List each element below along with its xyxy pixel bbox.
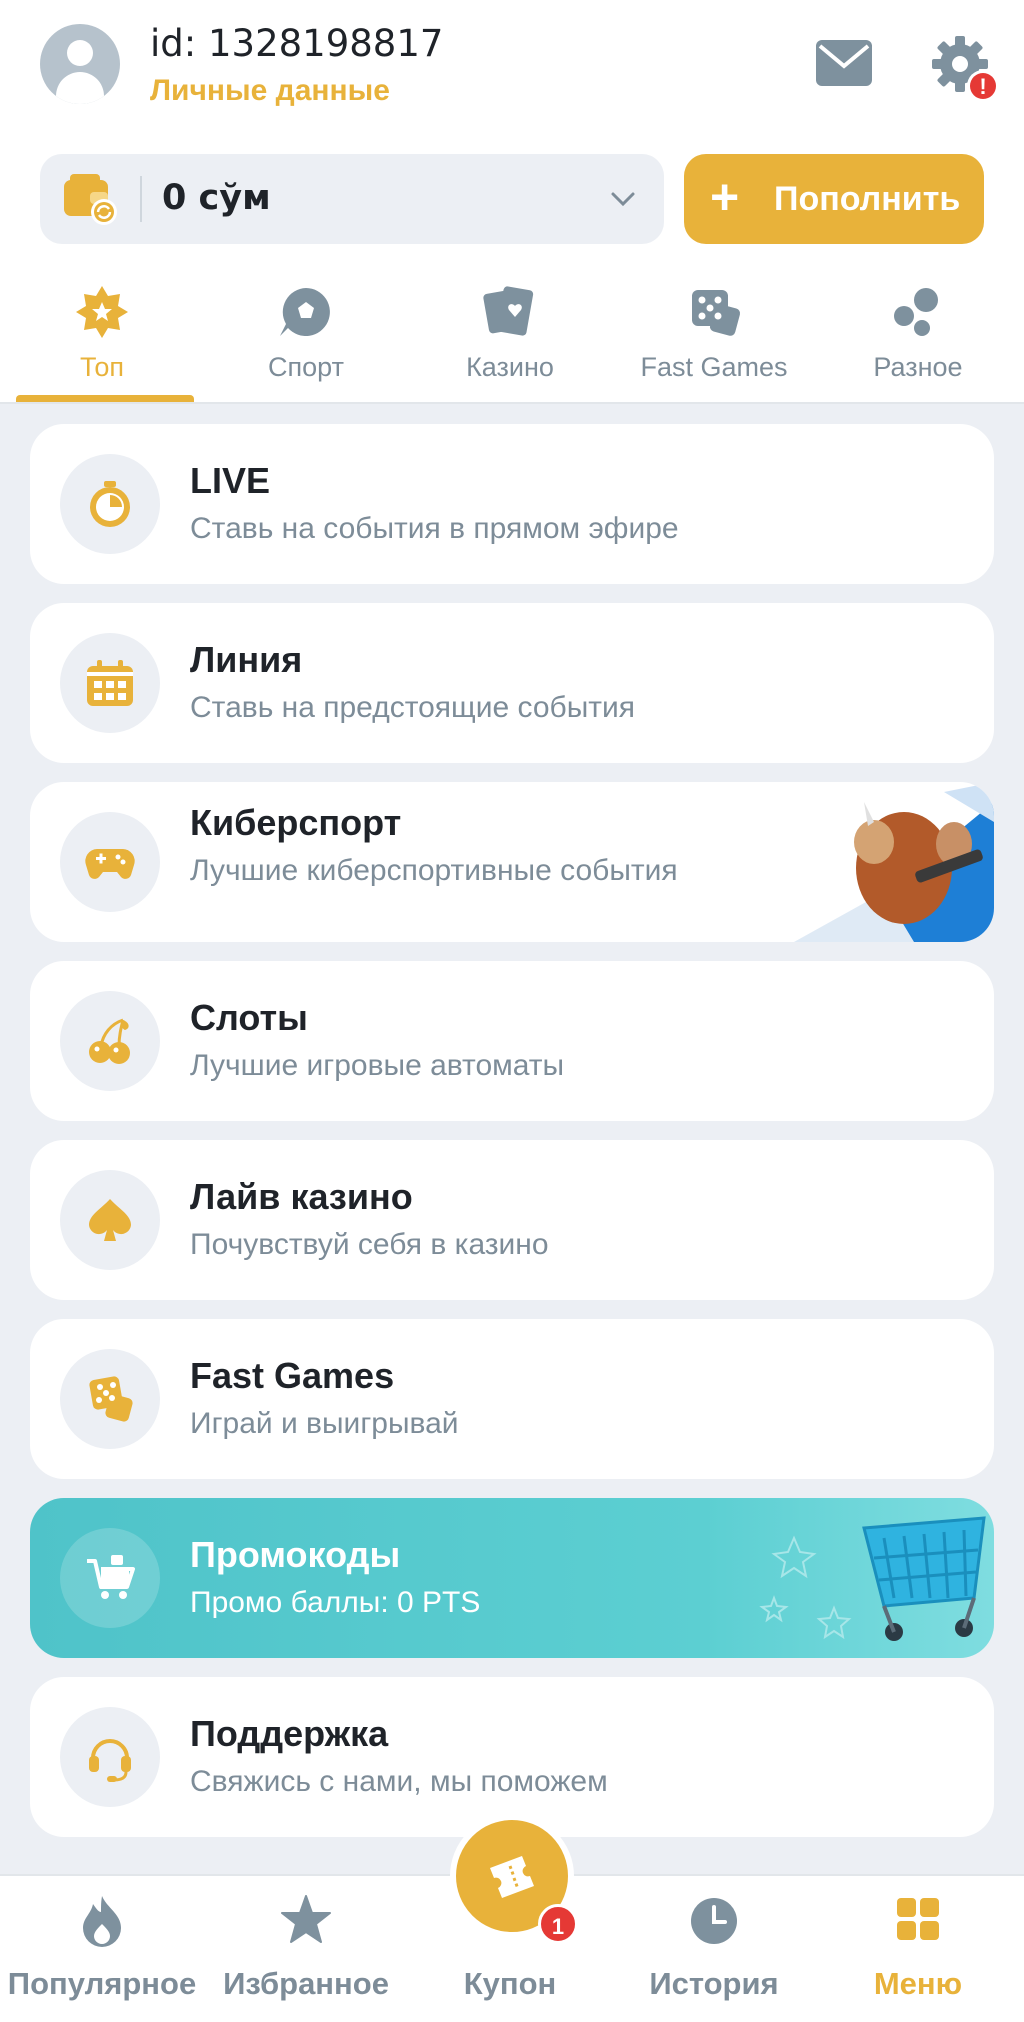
menu-icon-circle bbox=[60, 1170, 160, 1270]
menu-item-slots[interactable]: Слоты Лучшие игровые автоматы bbox=[30, 961, 994, 1121]
cherry-icon bbox=[89, 1018, 130, 1064]
avatar-head bbox=[67, 40, 93, 66]
tab-fast-games[interactable]: Fast Games bbox=[612, 270, 816, 402]
calendar-icon bbox=[87, 660, 133, 706]
menu-item-subtitle: Играй и выигрывай bbox=[190, 1407, 459, 1440]
menu-item-title: Поддержка bbox=[190, 1713, 389, 1754]
avatar-body bbox=[56, 72, 104, 104]
coupon-count-badge: 1 bbox=[538, 1904, 578, 1944]
menu-item-subtitle: Ставь на предстоящие события bbox=[190, 691, 636, 724]
tab-misc[interactable]: Разное bbox=[816, 270, 1020, 402]
nav-label: Меню bbox=[873, 1966, 963, 2001]
nav-favorites[interactable]: Избранное bbox=[204, 1876, 408, 2022]
menu-icon-circle bbox=[60, 1707, 160, 1807]
personal-data-link[interactable]: Личные данные bbox=[150, 74, 390, 108]
gamepad-icon bbox=[85, 849, 135, 879]
nav-label: Купон bbox=[463, 1966, 557, 2001]
tab-top[interactable]: Топ bbox=[0, 270, 204, 402]
menu-item-subtitle: Промо баллы: 0 PTS bbox=[190, 1586, 481, 1619]
nav-label: Избранное bbox=[223, 1966, 389, 2001]
menu-item-title: Киберспорт bbox=[190, 802, 402, 843]
menu-icon-circle bbox=[60, 1528, 160, 1628]
gear-icon[interactable]: ! bbox=[930, 34, 1000, 104]
menu-item-title: Линия bbox=[190, 639, 303, 680]
chevron-down-icon bbox=[611, 192, 635, 207]
menu-icon-circle bbox=[60, 454, 160, 554]
menu-item-title: LIVE bbox=[190, 460, 271, 501]
menu-item-esports[interactable]: Киберспорт Лучшие киберспортивные событи… bbox=[30, 782, 994, 942]
nav-label: Популярное bbox=[7, 1966, 197, 2001]
menu-item-subtitle: Лучшие киберспортивные события bbox=[190, 854, 678, 887]
menu-icon-circle bbox=[60, 812, 160, 912]
top-star-icon bbox=[76, 286, 128, 338]
stopwatch-icon bbox=[90, 481, 130, 527]
menu-item-fast-games[interactable]: Fast Games Играй и выигрывай bbox=[30, 1319, 994, 1479]
headset-icon bbox=[89, 1739, 131, 1782]
dice-icon bbox=[692, 290, 741, 336]
balance-divider bbox=[140, 176, 142, 222]
plus-icon: + bbox=[710, 169, 740, 225]
menu-icon-circle bbox=[60, 991, 160, 1091]
menu-item-promocodes[interactable]: Промокоды Промо баллы: 0 PTS bbox=[30, 1498, 994, 1658]
menu-item-title: Fast Games bbox=[190, 1355, 395, 1396]
misc-dots-icon bbox=[894, 288, 938, 336]
tab-casino[interactable]: Казино bbox=[408, 270, 612, 402]
balance-value: 0 сўм bbox=[162, 178, 271, 218]
tab-label: Спорт bbox=[268, 352, 344, 382]
menu-item-subtitle: Почувствуй себя в казино bbox=[190, 1228, 549, 1261]
tab-label: Казино bbox=[466, 352, 554, 382]
menu-item-title: Лайв казино bbox=[190, 1176, 413, 1217]
menu-item-subtitle: Лучшие игровые автоматы bbox=[190, 1049, 565, 1082]
tab-label: Топ bbox=[79, 352, 125, 382]
tab-label: Разное bbox=[873, 352, 963, 382]
esports-hero-illustration bbox=[794, 782, 994, 942]
deposit-button[interactable]: + Пополнить bbox=[684, 154, 984, 244]
user-id: id: 1328198817 bbox=[150, 22, 444, 65]
tab-label: Fast Games bbox=[640, 352, 788, 382]
casino-cards-icon bbox=[483, 286, 534, 336]
menu-item-subtitle: Свяжись с нами, мы поможем bbox=[190, 1765, 608, 1798]
ticket-icon bbox=[490, 1856, 534, 1898]
deposit-label: Пополнить bbox=[774, 180, 961, 218]
menu-item-support[interactable]: Поддержка Свяжись с нами, мы поможем bbox=[30, 1677, 994, 1837]
spade-icon bbox=[89, 1199, 131, 1241]
basket-illustration bbox=[759, 1516, 986, 1641]
clock-icon bbox=[691, 1898, 737, 1944]
wallet-icon bbox=[64, 174, 117, 225]
nav-menu[interactable]: Меню bbox=[816, 1876, 1020, 2022]
header: id: 1328198817 Личные данные ! 0 сўм + П… bbox=[0, 0, 1024, 404]
star-icon bbox=[281, 1895, 331, 1943]
menu-item-title: Промокоды bbox=[190, 1534, 401, 1575]
menu-item-live-casino[interactable]: Лайв казино Почувствуй себя в казино bbox=[30, 1140, 994, 1300]
nav-history[interactable]: История bbox=[612, 1876, 816, 2022]
nav-popular[interactable]: Популярное bbox=[0, 1876, 204, 2022]
sport-ball-icon bbox=[280, 288, 330, 336]
menu-item-subtitle: Ставь на события в прямом эфире bbox=[190, 512, 679, 545]
menu-icon-circle bbox=[60, 633, 160, 733]
mail-icon[interactable] bbox=[816, 40, 872, 86]
tab-sport[interactable]: Спорт bbox=[204, 270, 408, 402]
menu-icon-circle bbox=[60, 1349, 160, 1449]
cart-icon bbox=[87, 1555, 135, 1599]
flame-icon bbox=[83, 1896, 121, 1947]
category-tabs: Топ Спорт Казино Fast Games Разное bbox=[0, 270, 1024, 404]
nav-label: История bbox=[649, 1966, 779, 2001]
menu-item-line[interactable]: Линия Ставь на предстоящие события bbox=[30, 603, 994, 763]
menu-item-live[interactable]: LIVE Ставь на события в прямом эфире bbox=[30, 424, 994, 584]
dice-icon bbox=[89, 1376, 133, 1422]
settings-alert-badge: ! bbox=[979, 74, 986, 99]
menu-item-title: Слоты bbox=[190, 997, 308, 1038]
balance-selector[interactable]: 0 сўм bbox=[40, 154, 664, 244]
active-tab-indicator bbox=[16, 395, 194, 402]
avatar[interactable] bbox=[40, 24, 120, 104]
grid-icon bbox=[897, 1898, 939, 1940]
